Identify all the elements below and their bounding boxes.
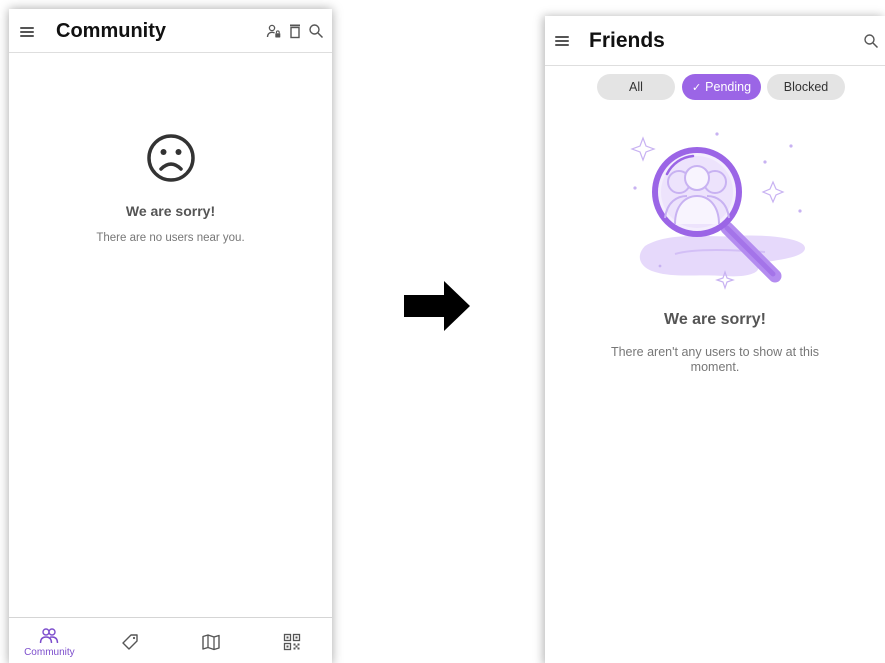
chip-all[interactable]: All <box>597 74 675 100</box>
empty-state-title: We are sorry! <box>664 311 766 328</box>
chip-label: Blocked <box>783 80 829 94</box>
page-title: Friends <box>589 29 665 52</box>
check-icon: ✓ <box>691 81 702 94</box>
magnifier-users-illustration <box>630 132 805 290</box>
nav-item-qr-code[interactable] <box>257 632 327 652</box>
sad-face-icon <box>147 134 195 182</box>
tag-icon <box>122 633 138 650</box>
app-bar-actions <box>266 23 324 39</box>
filter-chips: All ✓ Pending Blocked <box>545 74 885 100</box>
friends-screen: Friends All ✓ Pending Blocked We are sor… <box>545 16 885 663</box>
empty-state-message: There are no users near you. <box>96 232 245 244</box>
nav-item-community[interactable]: Community <box>14 626 84 658</box>
chip-label: Pending <box>705 80 752 94</box>
app-bar: Community <box>9 9 332 53</box>
chip-label: All <box>629 80 643 94</box>
empty-state-message: There aren't any users to show at this m… <box>610 345 820 374</box>
qr-code-icon <box>283 633 300 650</box>
search-icon[interactable] <box>308 23 324 39</box>
app-bar-actions <box>863 33 879 49</box>
user-lock-icon[interactable] <box>266 23 282 39</box>
nav-item-tags[interactable] <box>95 632 165 652</box>
menu-icon[interactable] <box>20 27 34 37</box>
chip-blocked[interactable]: Blocked <box>767 74 845 100</box>
map-icon <box>202 633 220 650</box>
community-screen: Community We are sorry! There are no use… <box>9 9 332 663</box>
bottom-navigation: Community <box>9 617 332 663</box>
nav-item-map[interactable] <box>176 632 246 652</box>
nav-label-community: Community <box>24 646 75 658</box>
empty-state-title: We are sorry! <box>125 203 216 219</box>
search-icon[interactable] <box>863 33 879 49</box>
page-title: Community <box>56 20 166 42</box>
trash-icon[interactable] <box>287 23 303 39</box>
right-arrow-icon <box>404 281 470 331</box>
app-bar: Friends <box>545 16 885 66</box>
menu-icon[interactable] <box>555 36 569 46</box>
people-icon <box>40 627 59 643</box>
chip-pending[interactable]: ✓ Pending <box>682 74 761 100</box>
